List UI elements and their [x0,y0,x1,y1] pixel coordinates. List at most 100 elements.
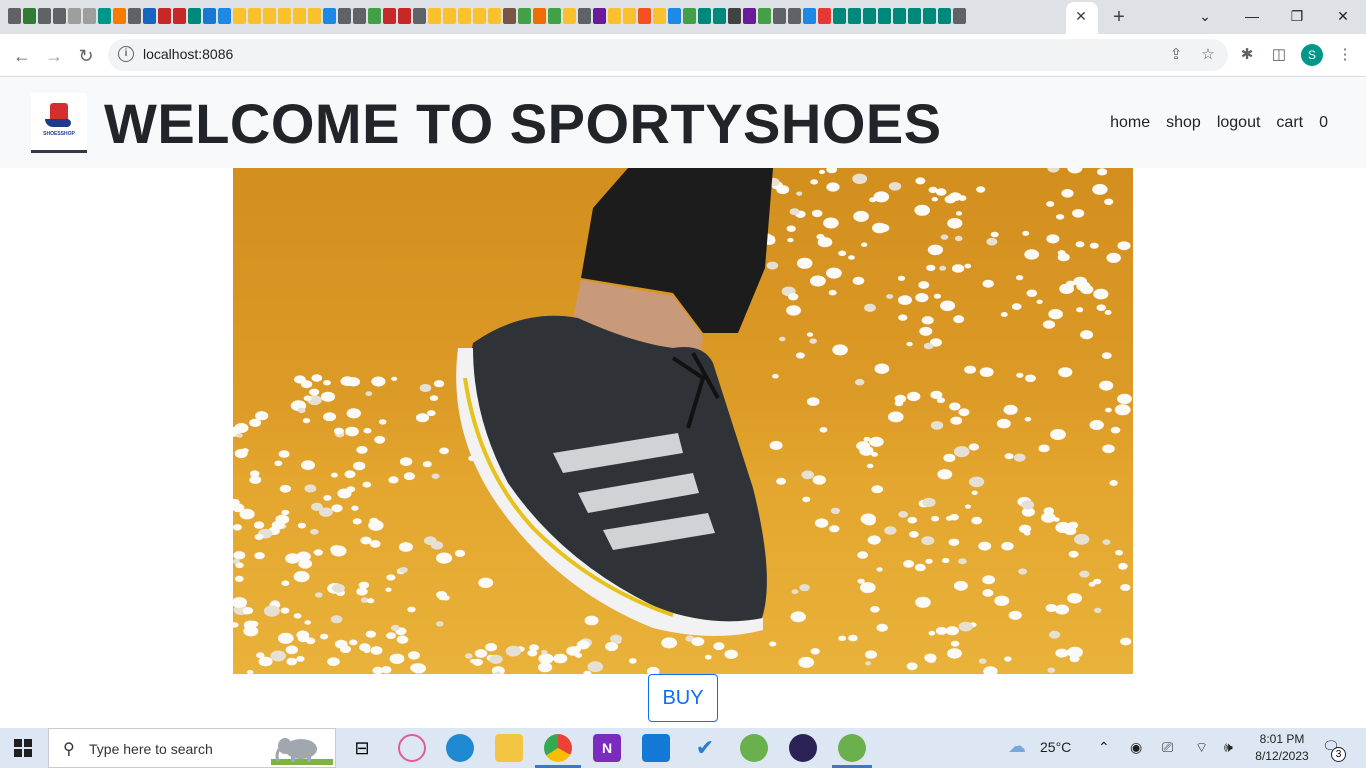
tab-favicon-icon[interactable] [863,8,876,24]
tab-favicon-icon[interactable] [908,8,921,24]
tab-favicon-icon[interactable] [8,8,21,24]
tab-favicon-icon[interactable] [533,8,546,24]
tab-favicon-icon[interactable] [878,8,891,24]
share-icon[interactable]: ⇪ [1166,45,1186,65]
tab-favicon-icon[interactable] [848,8,861,24]
tab-favicon-icon[interactable] [353,8,366,24]
tab-favicon-icon[interactable] [158,8,171,24]
tab-favicon-icon[interactable] [638,8,651,24]
tab-favicon-icon[interactable] [383,8,396,24]
tab-favicon-icon[interactable] [218,8,231,24]
nav-link-logout[interactable]: logout [1217,114,1261,132]
chrome-icon[interactable] [544,734,572,762]
tab-favicon-icon[interactable] [578,8,591,24]
tab-favicon-icon[interactable] [248,8,261,24]
tab-favicons[interactable] [8,8,1066,26]
tab-favicon-icon[interactable] [308,8,321,24]
tab-favicon-icon[interactable] [653,8,666,24]
tab-favicon-icon[interactable] [668,8,681,24]
mail-icon[interactable] [642,734,670,762]
edge-icon[interactable] [446,734,474,762]
tab-favicon-icon[interactable] [398,8,411,24]
forward-icon[interactable]: → [41,43,67,69]
tab-favicon-icon[interactable] [113,8,126,24]
nav-link-cart[interactable]: cart [1276,114,1303,132]
new-tab-button[interactable]: + [1108,6,1130,28]
tab-favicon-icon[interactable] [563,8,576,24]
tab-favicon-icon[interactable] [128,8,141,24]
tab-favicon-icon[interactable] [473,8,486,24]
tab-favicon-icon[interactable] [98,8,111,24]
tab-favicon-icon[interactable] [923,8,936,24]
tab-favicon-icon[interactable] [323,8,336,24]
address-bar[interactable]: i localhost:8086 ⇪ ☆ [108,39,1228,71]
tab-search-icon[interactable]: ⌄ [1185,4,1225,28]
tab-favicon-icon[interactable] [368,8,381,24]
weather-temp[interactable]: 25°C [1040,739,1071,755]
back-icon[interactable]: ← [9,43,35,69]
tab-favicon-icon[interactable] [893,8,906,24]
task-view-icon[interactable]: ⊟ [348,734,376,762]
tab-favicon-icon[interactable] [83,8,96,24]
tab-favicon-icon[interactable] [173,8,186,24]
todo-icon[interactable]: ✔ [691,734,719,762]
tab-favicon-icon[interactable] [143,8,156,24]
nav-link-shop[interactable]: shop [1166,114,1201,132]
minimize-button[interactable]: — [1232,4,1272,28]
tab-close-icon[interactable]: ✕ [1072,7,1090,25]
profile-avatar[interactable]: S [1301,44,1323,66]
meet-icon[interactable]: ⎚ [1162,739,1173,756]
weather-icon[interactable]: ☁ [1008,736,1026,757]
tab-favicon-icon[interactable] [548,8,561,24]
tab-favicon-icon[interactable] [68,8,81,24]
tab-favicon-icon[interactable] [773,8,786,24]
nav-link-home[interactable]: home [1110,114,1150,132]
tab-favicon-icon[interactable] [728,8,741,24]
reload-icon[interactable]: ↻ [73,43,99,69]
tab-favicon-icon[interactable] [23,8,36,24]
tab-favicon-icon[interactable] [293,8,306,24]
file-explorer-icon[interactable] [495,734,523,762]
bookmark-star-icon[interactable]: ☆ [1198,45,1218,65]
site-logo[interactable]: SHOESSHOP [31,93,87,153]
site-info-icon[interactable]: i [118,46,134,62]
windows-start-icon[interactable] [14,739,32,757]
url-text[interactable]: localhost:8086 [143,46,233,62]
tab-favicon-icon[interactable] [458,8,471,24]
eclipse-icon[interactable] [789,734,817,762]
side-panel-icon[interactable]: ◫ [1268,44,1290,66]
tab-favicon-icon[interactable] [38,8,51,24]
wifi-icon[interactable]: ⌔ [1195,739,1208,757]
tab-favicon-icon[interactable] [428,8,441,24]
buy-button[interactable]: BUY [648,674,718,722]
volume-icon[interactable]: 🕪 [1224,739,1233,756]
tab-favicon-icon[interactable] [413,8,426,24]
tab-favicon-icon[interactable] [338,8,351,24]
tab-favicon-icon[interactable] [518,8,531,24]
tab-favicon-icon[interactable] [788,8,801,24]
spring-tool-icon-2[interactable] [838,734,866,762]
tab-favicon-icon[interactable] [833,8,846,24]
tab-favicon-icon[interactable] [803,8,816,24]
tab-favicon-icon[interactable] [488,8,501,24]
tab-favicon-icon[interactable] [203,8,216,24]
restore-button[interactable]: ❐ [1277,4,1317,28]
spring-tool-icon[interactable] [740,734,768,762]
record-icon[interactable]: ◉ [1130,739,1142,756]
taskbar-search-box[interactable]: ⚲ Type here to search [48,728,336,768]
menu-icon[interactable]: ⋮ [1334,44,1356,66]
snipping-tool-icon[interactable] [398,734,426,762]
tab-favicon-icon[interactable] [278,8,291,24]
tray-chevron-icon[interactable]: ⌃ [1098,739,1110,756]
tab-favicon-icon[interactable] [698,8,711,24]
onenote-icon[interactable]: N [593,734,621,762]
tab-favicon-icon[interactable] [683,8,696,24]
tab-favicon-icon[interactable] [743,8,756,24]
tab-favicon-icon[interactable] [758,8,771,24]
tab-favicon-icon[interactable] [233,8,246,24]
tab-favicon-icon[interactable] [503,8,516,24]
tab-favicon-icon[interactable] [953,8,966,24]
taskbar-clock[interactable]: 8:01 PM 8/12/2023 [1252,731,1312,765]
tab-favicon-icon[interactable] [623,8,636,24]
extensions-icon[interactable]: ✱ [1236,44,1258,66]
